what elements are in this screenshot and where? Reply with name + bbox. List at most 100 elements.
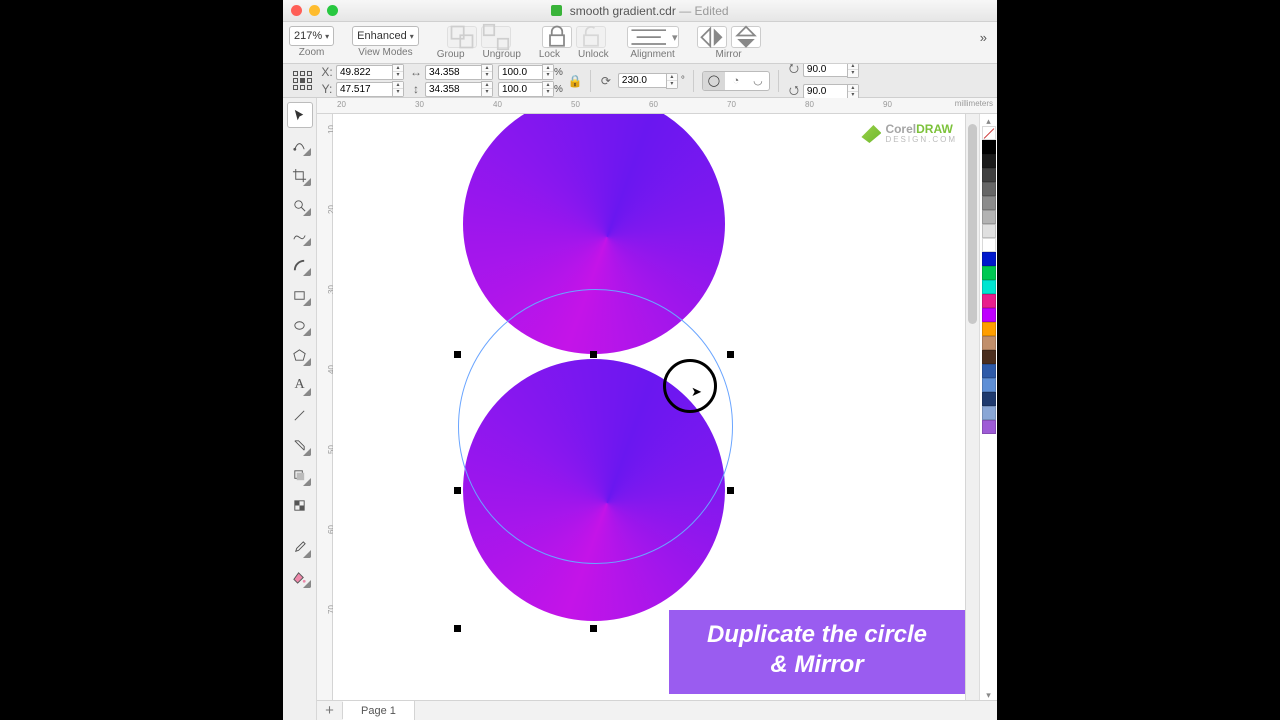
pick-tool[interactable] [287,102,313,128]
page-tab-1[interactable]: Page 1 [343,701,415,720]
rectangle-tool[interactable] [287,282,313,308]
alignment-button[interactable]: ▾ [627,26,679,48]
transparency-tool[interactable] [287,492,313,518]
vertical-ruler[interactable]: 10203040506070 [317,114,333,700]
selection-handle[interactable] [590,351,597,358]
rotation-input[interactable] [618,73,666,88]
color-swatch[interactable] [982,238,996,252]
selection-handle[interactable] [454,487,461,494]
crop-tool[interactable] [287,162,313,188]
color-swatch[interactable] [982,140,996,154]
color-swatch[interactable] [982,308,996,322]
stepper[interactable]: ▴▾ [542,81,554,97]
selection-handle[interactable] [454,625,461,632]
viewmode-select[interactable]: Enhanced ▾ [352,26,419,46]
color-swatch[interactable] [982,392,996,406]
scale-y-input[interactable] [498,82,542,97]
color-swatch[interactable] [982,168,996,182]
x-position-input[interactable] [336,65,392,80]
color-swatch[interactable] [982,224,996,238]
arc-type-segment[interactable]: ◯ ◔ ◡ [702,71,770,91]
palette-down-button[interactable]: ▾ [986,690,991,700]
chevron-down-icon: ▾ [325,32,329,41]
freehand-tool[interactable] [287,222,313,248]
zoom-select[interactable]: 217% ▾ [289,26,334,46]
color-swatch[interactable] [982,350,996,364]
stepper[interactable]: ▴▾ [666,73,678,89]
text-tool[interactable]: A [287,372,313,398]
interactive-fill-tool[interactable] [287,432,313,458]
color-swatch[interactable] [982,322,996,336]
mirror-horizontal-button[interactable] [697,26,727,48]
group-button[interactable] [447,26,477,48]
ellipse-type-ellipse[interactable]: ◯ [703,72,725,90]
scale-x-input[interactable] [498,65,542,80]
scale-y-field[interactable]: ▴▾ [498,81,554,97]
color-swatch[interactable] [982,406,996,420]
color-swatch[interactable] [982,294,996,308]
scrollbar-thumb[interactable] [968,124,977,324]
stepper[interactable]: ▴▾ [542,64,554,80]
start-angle-input[interactable] [803,62,847,77]
vertical-scrollbar[interactable] [965,114,979,700]
color-swatch[interactable] [982,252,996,266]
color-swatch[interactable] [982,196,996,210]
ungroup-button[interactable] [481,26,511,48]
height-field[interactable]: ▴▾ [425,81,493,97]
rotation-field[interactable]: ▴▾ [618,73,678,89]
mirror-vertical-button[interactable] [731,26,761,48]
selection-handle[interactable] [727,351,734,358]
stepper[interactable]: ▴▾ [481,64,493,80]
color-swatch[interactable] [982,210,996,224]
color-swatch[interactable] [982,420,996,434]
color-swatch[interactable] [982,154,996,168]
color-swatch[interactable] [982,182,996,196]
fill-tool[interactable] [287,564,313,590]
x-position-field[interactable]: ▴▾ [336,64,404,80]
horizontal-ruler[interactable]: millimeters 2030405060708090 [317,98,997,114]
lock-button[interactable] [542,26,572,48]
color-eyedropper-tool[interactable] [287,534,313,560]
zoom-tool[interactable] [287,192,313,218]
toolbar-overflow-button[interactable]: » [980,26,991,45]
close-window-button[interactable] [291,5,302,16]
shape-tool[interactable] [287,132,313,158]
minimize-window-button[interactable] [309,5,320,16]
stepper[interactable]: ▴▾ [392,64,404,80]
color-swatch[interactable] [982,280,996,294]
stepper[interactable]: ▴▾ [481,81,493,97]
selection-handle[interactable] [727,487,734,494]
selection-handle[interactable] [590,625,597,632]
artistic-media-tool[interactable] [287,252,313,278]
color-swatch[interactable] [982,266,996,280]
width-field[interactable]: ▴▾ [425,64,493,80]
scale-x-field[interactable]: ▴▾ [498,64,554,80]
selection-handle[interactable] [454,351,461,358]
y-position-input[interactable] [336,82,392,97]
height-input[interactable] [425,82,481,97]
stepper[interactable]: ▴▾ [392,81,404,97]
end-angle-input[interactable] [803,84,847,99]
width-input[interactable] [425,65,481,80]
watermark: CorelDRAW DESIGN.COM [861,122,957,144]
ellipse-type-arc[interactable]: ◡ [747,72,769,90]
add-page-button[interactable]: + [317,702,343,719]
divider [693,70,694,92]
line-tool[interactable] [287,402,313,428]
unlock-button[interactable] [576,26,606,48]
lock-ratio-toggle[interactable]: 🔒 [568,68,582,94]
color-swatch[interactable] [982,364,996,378]
palette-up-button[interactable]: ▴ [986,116,991,126]
drop-shadow-tool[interactable] [287,462,313,488]
document-filename: smooth gradient.cdr [570,4,676,18]
ellipse-tool[interactable] [287,312,313,338]
polygon-tool[interactable] [287,342,313,368]
swatch-no-fill[interactable] [982,126,996,140]
drawing-canvas[interactable]: CorelDRAW DESIGN.COM [333,114,965,700]
object-origin-selector[interactable] [289,68,315,94]
color-swatch[interactable] [982,378,996,392]
color-swatch[interactable] [982,336,996,350]
ellipse-type-pie[interactable]: ◔ [725,72,747,90]
y-position-field[interactable]: ▴▾ [336,81,404,97]
zoom-window-button[interactable] [327,5,338,16]
